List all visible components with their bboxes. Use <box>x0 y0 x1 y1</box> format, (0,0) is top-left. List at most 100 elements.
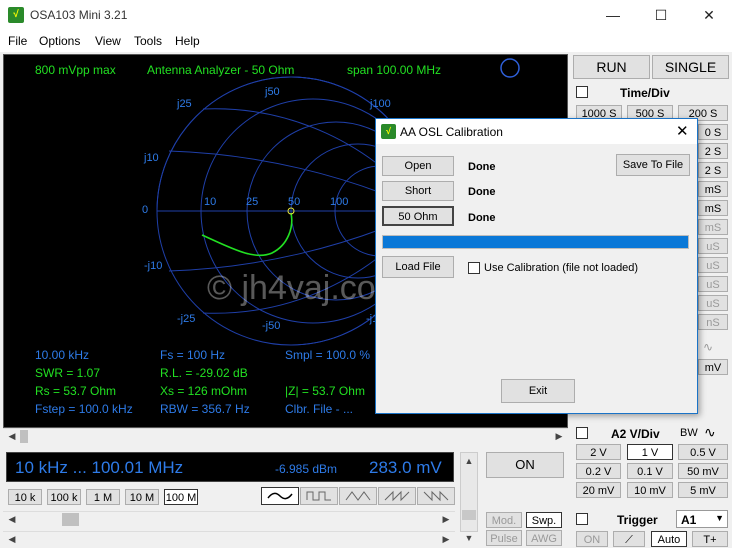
on-button[interactable]: ON <box>486 452 564 478</box>
wave-sawtooth-icon[interactable] <box>378 487 416 505</box>
smith-label-mj50: -j50 <box>262 320 281 332</box>
cal-load-status: Done <box>468 212 496 224</box>
maximize-icon[interactable]: ☐ <box>638 0 684 30</box>
readout-fs: Fs = 100 Hz <box>160 348 226 362</box>
slider-up-icon[interactable]: ▲ <box>461 453 477 469</box>
time-partial-11[interactable]: nS <box>698 314 728 330</box>
use-calibration-checkbox[interactable] <box>468 262 480 274</box>
smith-label-mj10: -j10 <box>144 260 163 272</box>
a2-checkbox[interactable] <box>576 427 588 439</box>
readout-z: |Z| = 53.7 Ohm <box>285 384 365 398</box>
use-calibration-label: Use Calibration (file not loaded) <box>484 262 639 274</box>
menu-options[interactable]: Options <box>39 34 80 48</box>
smith-label-0: 0 <box>142 204 149 216</box>
time-partial-12[interactable]: mV <box>698 359 728 375</box>
menu-view[interactable]: View <box>95 34 121 48</box>
smith-label-j10: j10 <box>144 152 159 164</box>
menu-help[interactable]: Help <box>175 34 200 48</box>
vdiv-01v-button[interactable]: 0.1 V <box>627 463 673 479</box>
trigger-auto-button[interactable]: Auto <box>651 531 687 547</box>
scope-scrollbar[interactable] <box>3 428 568 444</box>
menu-file[interactable]: File <box>8 34 27 48</box>
cal-progress-bar <box>382 235 689 249</box>
scroll-thumb[interactable] <box>20 430 28 443</box>
offset-scroll-right-icon[interactable]: ▶ <box>438 531 454 547</box>
amp-scroll-left-icon[interactable]: ◀ <box>4 511 20 527</box>
freq-button-10m[interactable]: 10 M <box>125 489 159 505</box>
time-div-checkbox[interactable] <box>576 86 588 98</box>
save-to-file-button[interactable]: Save To File <box>616 154 690 176</box>
trigger-tplus-button[interactable]: T+ <box>692 531 728 547</box>
time-partial-1[interactable]: 0 S <box>698 124 728 140</box>
time-div-title: Time/Div <box>620 86 670 100</box>
vdiv-20mv-button[interactable]: 20 mV <box>576 482 621 498</box>
wave-triangle-icon[interactable] <box>339 487 377 505</box>
freq-button-100k[interactable]: 100 k <box>47 489 81 505</box>
trigger-checkbox[interactable] <box>576 513 588 525</box>
readout-bar-mv: 283.0 mV <box>369 458 442 477</box>
time-partial-5[interactable]: mS <box>698 200 728 216</box>
cal-short-button[interactable]: Short <box>382 181 454 201</box>
time-partial-10[interactable]: uS <box>698 295 728 311</box>
mod-button[interactable]: Mod. <box>486 512 522 528</box>
trigger-on-button[interactable]: ON <box>576 531 608 547</box>
close-icon[interactable]: ✕ <box>686 0 732 30</box>
wave-sine-icon[interactable] <box>261 487 299 505</box>
vdiv-1v-button[interactable]: 1 V <box>627 444 673 460</box>
amp-scroll-thumb[interactable] <box>62 513 79 526</box>
scroll-left-icon[interactable]: ◀ <box>4 428 20 444</box>
vdiv-05v-button[interactable]: 0.5 V <box>678 444 728 460</box>
cal-open-button[interactable]: Open <box>382 156 454 176</box>
offset-scrollbar[interactable] <box>3 531 455 547</box>
freq-button-10k[interactable]: 10 k <box>8 489 42 505</box>
load-file-button[interactable]: Load File <box>382 256 454 278</box>
readout-bar-dbm: -6.985 dBm <box>275 462 338 476</box>
wave-ramp-icon[interactable] <box>417 487 455 505</box>
vdiv-02v-button[interactable]: 0.2 V <box>576 463 621 479</box>
readout-clbr: Clbr. File - ... <box>285 402 354 416</box>
vdiv-10mv-button[interactable]: 10 mV <box>627 482 673 498</box>
trigger-edge-icon[interactable]: ⟋ <box>613 531 645 547</box>
smith-label-50: 50 <box>288 196 301 208</box>
trigger-source-value: A1 <box>681 513 697 527</box>
swp-button[interactable]: Swp. <box>526 512 562 528</box>
time-partial-2[interactable]: 2 S <box>698 143 728 159</box>
readout-xs: Xs = 126 mOhm <box>160 384 248 398</box>
scope-span-label: span 100.00 MHz <box>347 63 442 77</box>
readout-bar-freq: 10 kHz ... 100.01 MHz <box>15 458 184 477</box>
wave-square-icon[interactable] <box>300 487 338 505</box>
trigger-title: Trigger <box>617 513 658 527</box>
freq-button-1m[interactable]: 1 M <box>86 489 120 505</box>
bw-filter-icon[interactable]: ∿ <box>704 424 728 440</box>
menu-tools[interactable]: Tools <box>134 34 162 48</box>
scroll-right-icon[interactable]: ▶ <box>551 428 567 444</box>
time-partial-7[interactable]: uS <box>698 238 728 254</box>
single-button[interactable]: SINGLE <box>652 55 729 79</box>
cal-short-status: Done <box>468 186 496 198</box>
dialog-title: AA OSL Calibration <box>400 125 503 139</box>
awg-button[interactable]: AWG <box>526 530 562 546</box>
slider-thumb[interactable] <box>462 510 476 520</box>
time-partial-4[interactable]: mS <box>698 181 728 197</box>
time-partial-6[interactable]: mS <box>698 219 728 235</box>
cal-load-button[interactable]: 50 Ohm <box>382 206 454 226</box>
vdiv-50mv-button[interactable]: 50 mV <box>678 463 728 479</box>
run-button[interactable]: RUN <box>573 55 650 79</box>
time-partial-3[interactable]: 2 S <box>698 162 728 178</box>
time-partial-9[interactable]: uS <box>698 276 728 292</box>
trigger-source-select[interactable]: A1 ▼ <box>676 510 728 528</box>
vdiv-5mv-button[interactable]: 5 mV <box>678 482 728 498</box>
cal-open-status: Done <box>468 161 496 173</box>
dialog-close-icon[interactable]: ✕ <box>676 122 689 140</box>
time-partial-8[interactable]: uS <box>698 257 728 273</box>
pulse-button[interactable]: Pulse <box>486 530 522 546</box>
amp-scroll-right-icon[interactable]: ▶ <box>438 511 454 527</box>
progress-fill <box>383 236 688 248</box>
exit-button[interactable]: Exit <box>501 379 575 403</box>
vdiv-2v-button[interactable]: 2 V <box>576 444 621 460</box>
readout-rs: Rs = 53.7 Ohm <box>35 384 117 398</box>
offset-scroll-left-icon[interactable]: ◀ <box>4 531 20 547</box>
slider-down-icon[interactable]: ▼ <box>461 530 477 546</box>
freq-button-100m[interactable]: 100 M <box>164 489 198 505</box>
minimize-icon[interactable]: — <box>590 0 636 30</box>
